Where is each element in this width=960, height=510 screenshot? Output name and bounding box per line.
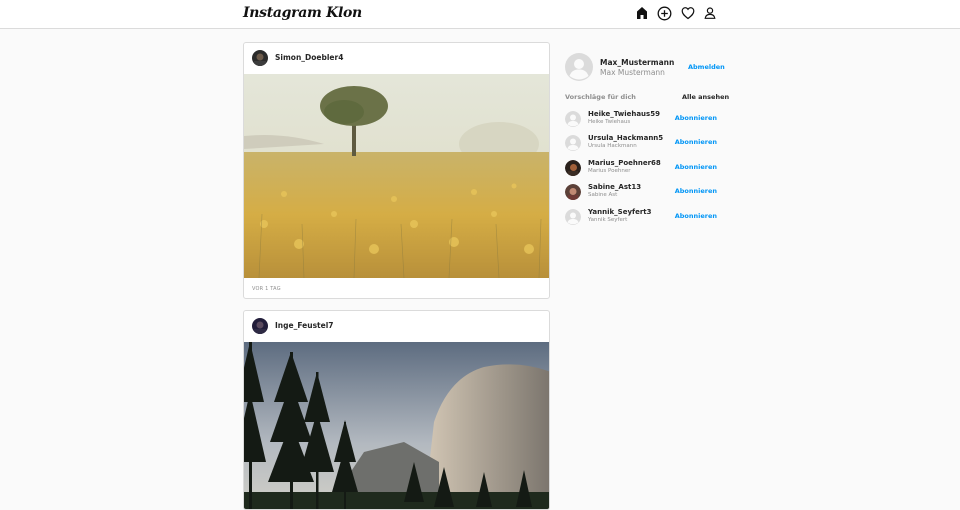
see-all-link[interactable]: Alle ansehen (682, 93, 729, 101)
suggestion-username[interactable]: Sabine_Ast13 (588, 183, 641, 191)
suggestion-item: Sabine_Ast13 Sabine Ast Abonnieren (565, 183, 717, 201)
suggestion-fullname: Marius Poehner (588, 168, 631, 174)
post-timestamp: VOR 1 TAG (252, 286, 281, 292)
suggestion-username[interactable]: Heike_Twiehaus59 (588, 110, 660, 118)
post-image[interactable] (244, 74, 549, 278)
suggestion-username[interactable]: Ursula_Hackmann5 (588, 134, 663, 142)
avatar[interactable] (565, 53, 593, 81)
follow-button[interactable]: Abonnieren (675, 187, 717, 195)
post-card: Simon_Doebler4 VOR 1 TAG (243, 42, 550, 299)
avatar[interactable] (565, 135, 581, 151)
profile-icon[interactable] (704, 6, 716, 22)
avatar[interactable] (252, 50, 268, 66)
logout-button[interactable]: Abmelden (688, 63, 725, 71)
post-header: Inge_Feustel7 (244, 311, 549, 342)
suggestion-item: Yannik_Seyfert3 Yannik Seyfert Abonniere… (565, 208, 717, 226)
follow-button[interactable]: Abonnieren (675, 163, 717, 171)
home-icon[interactable] (636, 6, 648, 22)
suggestion-item: Marius_Poehner68 Marius Poehner Abonnier… (565, 159, 717, 177)
avatar[interactable] (252, 318, 268, 334)
suggestion-fullname: Yannik Seyfert (588, 217, 628, 223)
current-user-fullname: Max Mustermann (600, 68, 665, 77)
add-post-icon[interactable] (657, 6, 672, 22)
post-image[interactable] (244, 342, 549, 509)
post-username[interactable]: Simon_Doebler4 (275, 53, 343, 62)
follow-button[interactable]: Abonnieren (675, 138, 717, 146)
avatar[interactable] (565, 209, 581, 225)
heart-icon[interactable] (681, 6, 695, 22)
avatar[interactable] (565, 160, 581, 176)
suggestion-item: Ursula_Hackmann5 Ursula Hackmann Abonnie… (565, 134, 717, 152)
top-navigation-bar: Instagram Klon (0, 0, 960, 29)
avatar[interactable] (565, 184, 581, 200)
post-header: Simon_Doebler4 (244, 43, 549, 74)
follow-button[interactable]: Abonnieren (675, 212, 717, 220)
suggestion-username[interactable]: Yannik_Seyfert3 (588, 208, 652, 216)
suggestion-fullname: Heike Twiehaus (588, 119, 631, 125)
suggestion-item: Heike_Twiehaus59 Heike Twiehaus Abonnier… (565, 110, 717, 128)
app-logo[interactable]: Instagram Klon (243, 5, 362, 21)
current-username[interactable]: Max_Mustermann (600, 58, 674, 67)
post-card: Inge_Feustel7 (243, 310, 550, 510)
post-username[interactable]: Inge_Feustel7 (275, 321, 334, 330)
follow-button[interactable]: Abonnieren (675, 114, 717, 122)
avatar[interactable] (565, 111, 581, 127)
suggestion-fullname: Ursula Hackmann (588, 143, 637, 149)
suggestion-fullname: Sabine Ast (588, 192, 618, 198)
suggestion-username[interactable]: Marius_Poehner68 (588, 159, 661, 167)
suggestions-heading: Vorschläge für dich (565, 93, 636, 101)
